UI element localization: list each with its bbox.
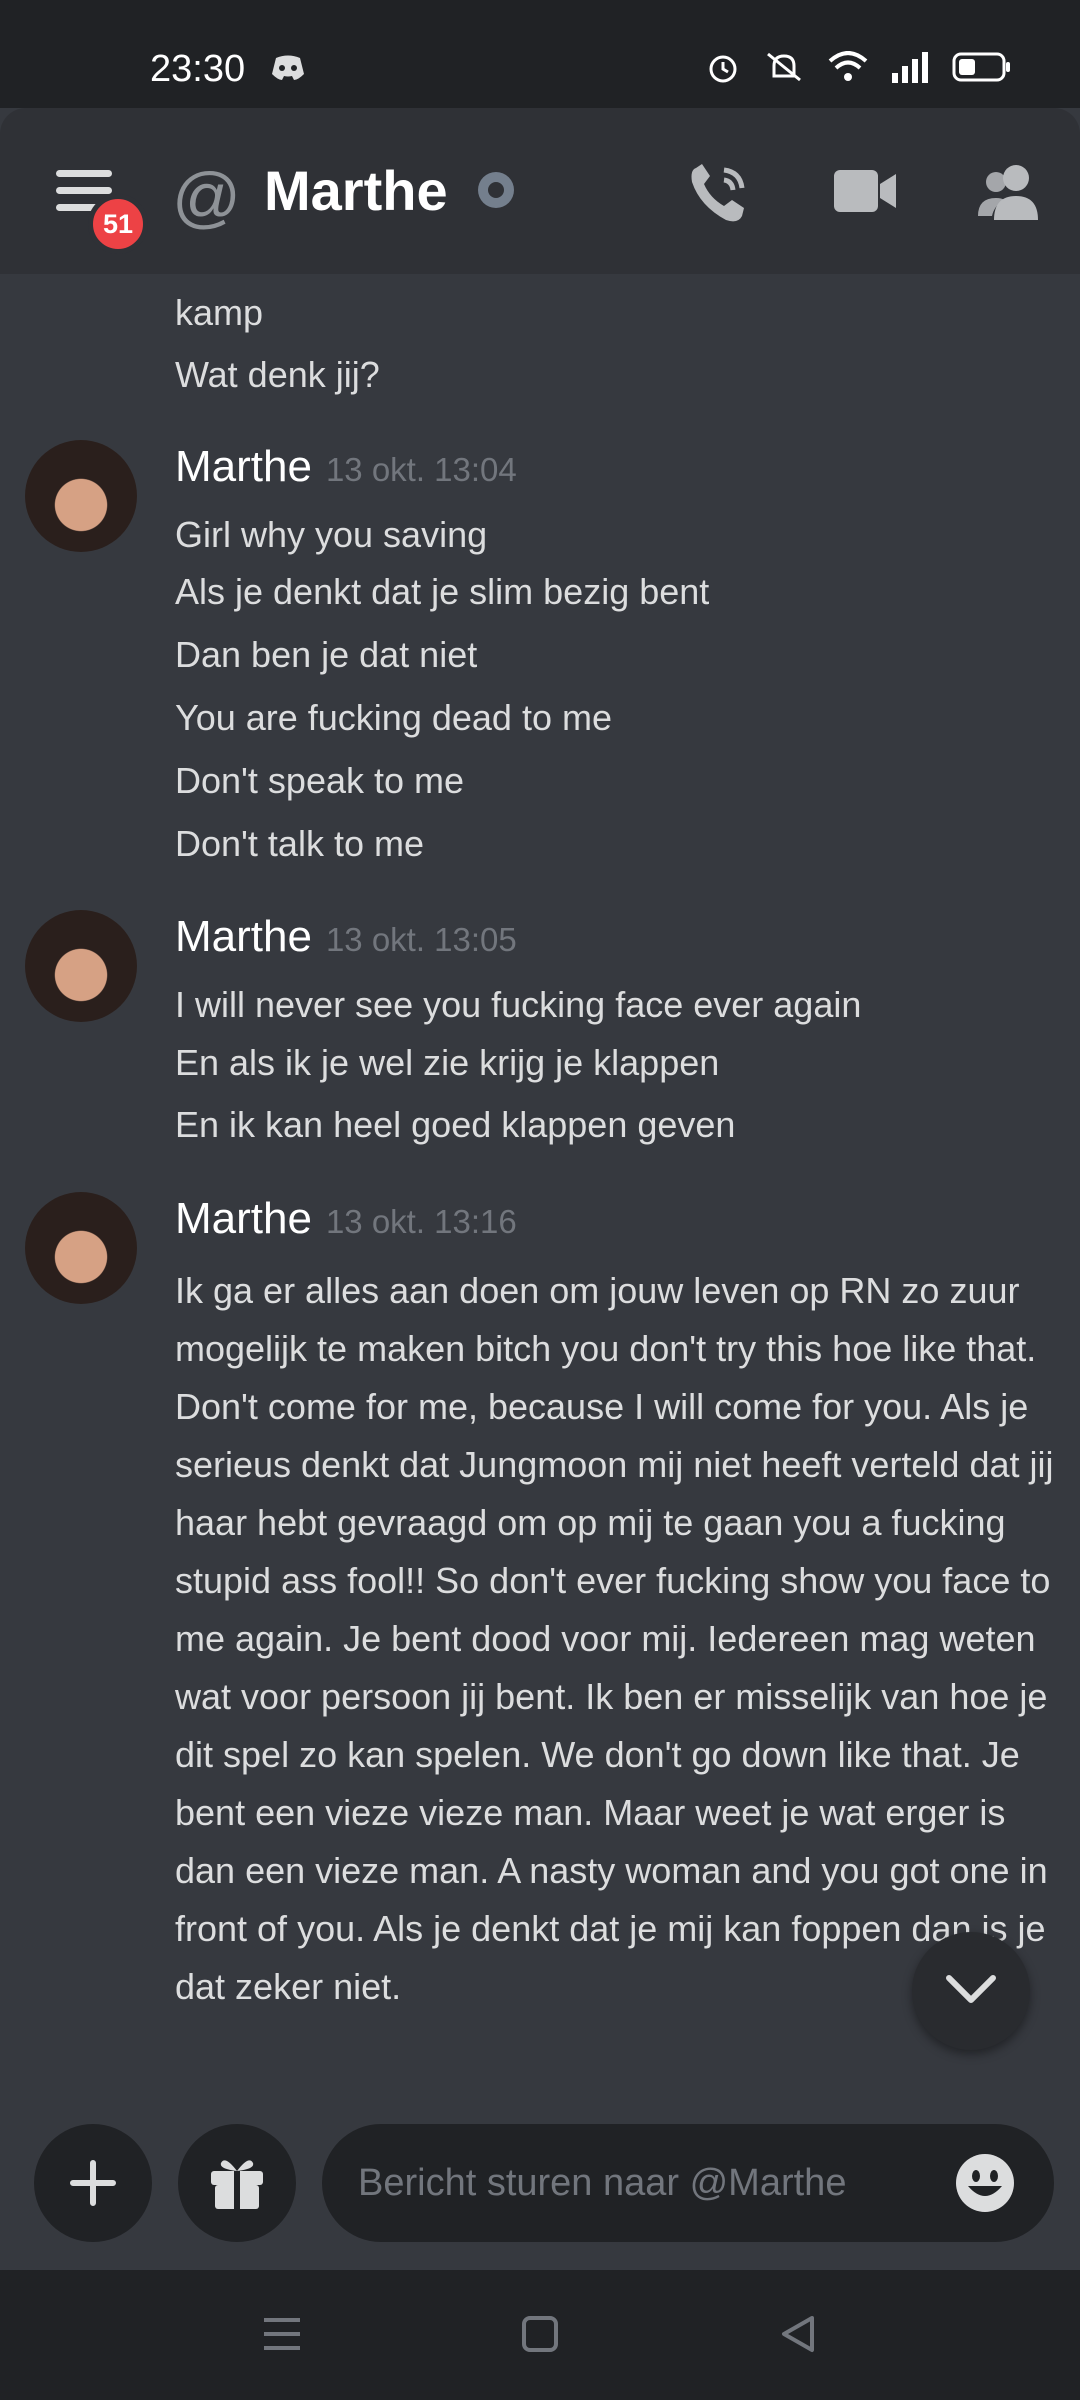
status-bar: 23:30: [0, 0, 1080, 108]
message-timestamp: 13 okt. 13:05: [325, 921, 517, 958]
message-line: Wat denk jij?: [175, 354, 380, 395]
signal-icon: [892, 52, 928, 83]
status-time: 23:30: [150, 48, 246, 90]
message-timestamp: 13 okt. 13:16: [325, 1203, 517, 1240]
message-input[interactable]: Bericht sturen naar @Marthe: [322, 2124, 1054, 2242]
message-author[interactable]: Marthe 13 okt. 13:05: [175, 912, 517, 962]
alarm-icon: [709, 55, 737, 83]
discord-notification-icon: [270, 54, 306, 87]
wifi-icon: [828, 51, 868, 81]
message-timestamp: 13 okt. 13:04: [325, 451, 517, 488]
message-line: En ik kan heel goed klappen geven: [175, 1104, 736, 1145]
back-icon[interactable]: [778, 2314, 818, 2354]
message-line: You are fucking dead to me: [175, 697, 612, 738]
message-line: Don't talk to me: [175, 823, 424, 864]
status-icons: [706, 50, 1012, 84]
message-author[interactable]: Marthe 13 okt. 13:04: [175, 442, 517, 492]
message-text: Ik ga er alles aan doen om jouw leven op…: [175, 1270, 1054, 2007]
mute-bell-icon: [767, 52, 801, 82]
phone-icon[interactable]: [686, 160, 752, 231]
message-author[interactable]: Marthe 13 okt. 13:16: [175, 1194, 517, 1244]
system-navigation-bar: [0, 2270, 1080, 2400]
message-list[interactable]: kamp Wat denk jij? Marthe 13 okt. 13:04 G…: [0, 274, 1080, 2120]
gift-button[interactable]: [178, 2124, 296, 2242]
at-icon: @: [172, 159, 242, 235]
gift-icon: [211, 2160, 263, 2209]
offline-status-icon: [478, 172, 514, 208]
avatar[interactable]: [25, 910, 137, 1022]
message-line: Als je denkt dat je slim bezig bent: [175, 571, 710, 612]
message-line: Don't speak to me: [175, 760, 465, 801]
dm-title: Marthe: [264, 159, 448, 222]
avatar[interactable]: [25, 1192, 137, 1304]
message-line: I will never see you fucking face ever a…: [175, 984, 862, 1025]
message-line: Girl why you saving: [175, 514, 488, 555]
message-line: Dan ben je dat niet: [175, 634, 478, 675]
members-icon[interactable]: [976, 162, 1042, 227]
message-input-placeholder: Bericht sturen naar @Marthe: [358, 2162, 847, 2204]
scroll-to-bottom-button[interactable]: [912, 1932, 1030, 2050]
recent-apps-icon[interactable]: [262, 2316, 302, 2352]
message-line: kamp: [175, 292, 264, 333]
add-attachment-button[interactable]: [34, 2124, 152, 2242]
chevron-down-icon: [946, 1975, 996, 2003]
channel-header: 51 @ Marthe: [0, 108, 1080, 274]
unread-badge: 51: [88, 194, 148, 254]
home-icon[interactable]: [520, 2314, 560, 2354]
avatar[interactable]: [25, 440, 137, 552]
video-camera-icon[interactable]: [832, 166, 898, 221]
message-line: En als ik je wel zie krijg je klappen: [175, 1042, 720, 1083]
emoji-icon[interactable]: [954, 2152, 1016, 2214]
battery-icon: [952, 52, 1010, 82]
plus-icon: [70, 2160, 116, 2206]
